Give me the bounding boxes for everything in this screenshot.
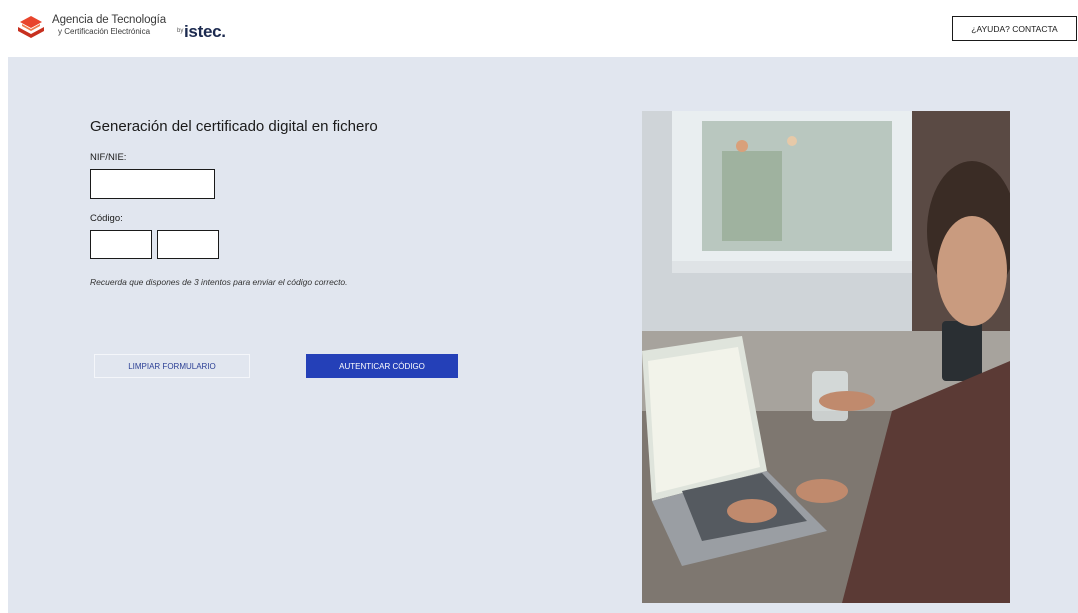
logo-text: Agencia de Tecnología y Certificación El… — [52, 14, 167, 36]
istec-logo: istec. — [184, 22, 226, 41]
accv-logo-icon — [18, 16, 44, 38]
person-laptop-photo — [642, 111, 1010, 603]
help-contact-button[interactable]: ¿AYUDA? CONTACTA — [952, 16, 1077, 41]
code-input-part2[interactable] — [157, 230, 219, 259]
nif-input[interactable] — [90, 169, 215, 199]
logo-subtitle: y Certificación Electrónica — [58, 26, 151, 36]
page-title: Generación del certificado digital en fi… — [90, 118, 378, 135]
main-content: Generación del certificado digital en fi… — [8, 57, 1078, 613]
authenticate-code-button[interactable]: AUTENTICAR CÓDIGO — [306, 354, 458, 378]
code-label: Código: — [90, 213, 123, 224]
clear-form-button[interactable]: LIMPIAR FORMULARIO — [94, 354, 250, 378]
code-input-part1[interactable] — [90, 230, 152, 259]
logo-by: by — [177, 28, 184, 34]
attempts-hint: Recuerda que dispones de 3 intentos para… — [90, 277, 348, 287]
header: Agencia de Tecnología y Certificación El… — [0, 0, 1078, 57]
nif-label: NIF/NIE: — [90, 152, 127, 163]
logo-title: Agencia de Tecnología — [52, 14, 167, 26]
